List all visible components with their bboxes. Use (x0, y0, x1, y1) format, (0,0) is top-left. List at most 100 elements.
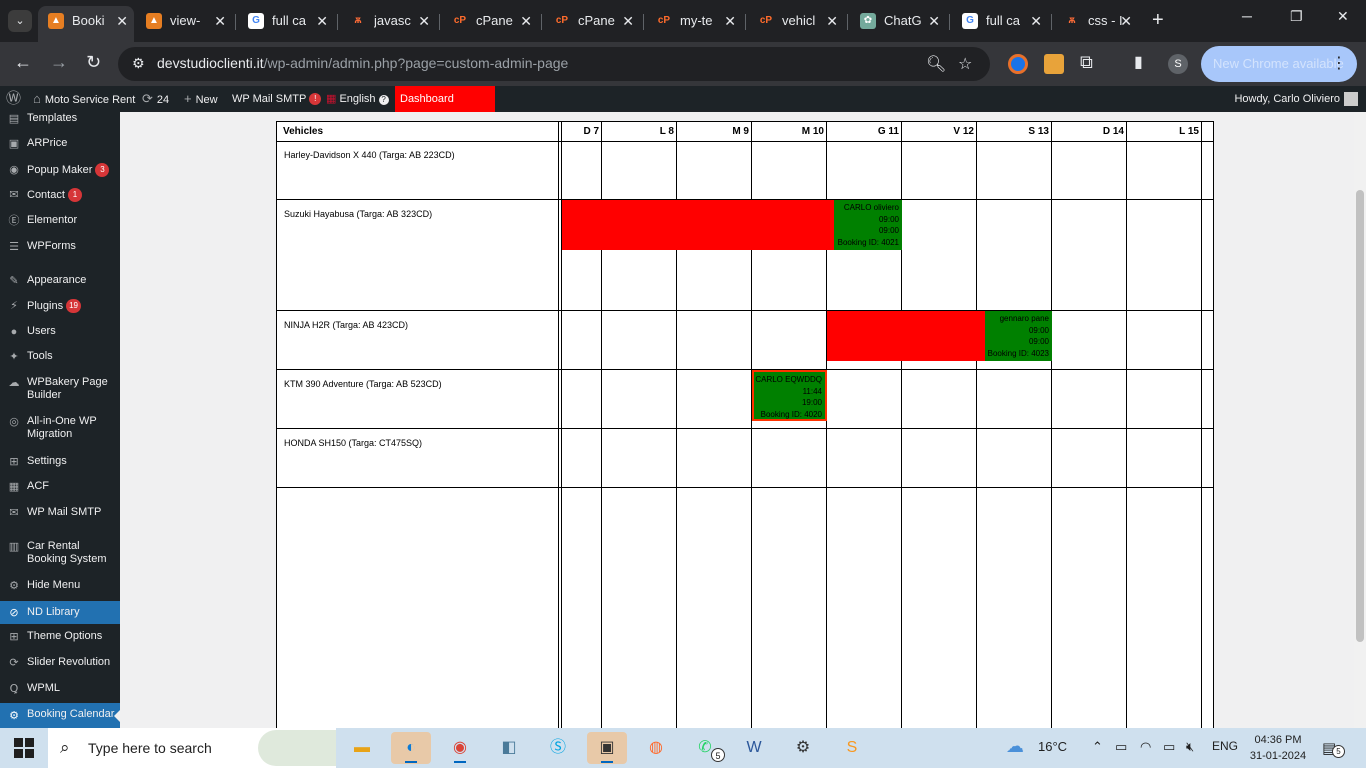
whatsapp-icon[interactable]: ✆ 5 (685, 732, 725, 764)
sidebar-item-contact[interactable]: ✉ Contact 1 (0, 188, 120, 202)
sidebar-item-all-in-one-migration[interactable]: ◎ All-in-One WP Migration (0, 415, 120, 443)
wp-mail-smtp-link[interactable]: WP Mail SMTP ! (232, 86, 322, 112)
close-tab-icon[interactable]: ✕ (928, 6, 940, 36)
browser-tab[interactable]: ѫ css - I ✕ (1054, 6, 1138, 36)
close-tab-icon[interactable]: ✕ (520, 6, 532, 36)
settings-gear-icon[interactable]: ⚙ (783, 732, 823, 764)
sidebar-item-settings[interactable]: ⊞ Settings (0, 455, 120, 469)
browser-tab[interactable]: G full ca ✕ (238, 6, 338, 36)
close-tab-icon[interactable]: ✕ (1030, 6, 1042, 36)
display-icon[interactable]: ▭ (1115, 739, 1127, 755)
browser-tab[interactable]: cP cPane ✕ (442, 6, 542, 36)
sidebar-item-theme-options[interactable]: ⊞ Theme Options (0, 630, 120, 644)
battery-icon[interactable]: ▭ (1163, 739, 1175, 755)
language-switcher[interactable]: ▦ English ? (326, 86, 389, 112)
forward-arrow-icon[interactable]: → (50, 52, 68, 73)
chrome-icon[interactable]: ◉ (440, 732, 480, 764)
account-menu[interactable]: Howdy, Carlo Oliviero (1234, 86, 1358, 112)
browser-tab[interactable]: cP vehicl ✕ (748, 6, 848, 36)
close-tab-icon[interactable]: ✕ (116, 6, 128, 36)
skype-icon[interactable]: Ⓢ (538, 732, 578, 764)
scrollbar-thumb[interactable] (1356, 190, 1364, 642)
sidebar-item-tools[interactable]: ✦ Tools (0, 350, 120, 364)
reload-icon[interactable]: ↻ (86, 52, 101, 73)
close-tab-icon[interactable]: ✕ (418, 6, 430, 36)
site-name-link[interactable]: ⌂ Moto Service Rent (33, 86, 135, 112)
close-tab-icon[interactable]: ✕ (724, 6, 736, 36)
wordpress-icon[interactable]: Ⓦ (6, 86, 21, 112)
chrome-update-button[interactable]: New Chrome available ⋮ (1201, 46, 1357, 82)
bookmark-star-icon[interactable]: ☆ (958, 54, 972, 74)
sidebar-item-popup-maker[interactable]: ◉ Popup Maker 3 (0, 163, 120, 177)
close-tab-icon[interactable]: ✕ (214, 6, 226, 36)
browser-tab[interactable]: cP my-te ✕ (646, 6, 746, 36)
sidebar-item-acf[interactable]: ▦ ACF (0, 480, 120, 494)
booking-block[interactable]: CARLO EQWDDQ 11:44 19:00 Booking ID: 402… (752, 370, 827, 421)
sidebar-item-wpml[interactable]: Ꝗ WPML (0, 682, 120, 696)
more-menu-icon[interactable]: ⋮ (1331, 46, 1347, 82)
sidebar-item-nd-library[interactable]: ⊘ ND Library (0, 601, 120, 624)
postman-icon[interactable]: ◍ (636, 732, 676, 764)
edge-icon[interactable]: ◐ (391, 732, 431, 764)
sidebar-item-plugins[interactable]: ⚡ Plugins 19 (0, 299, 120, 313)
side-panel-icon[interactable]: ▮ (1134, 52, 1143, 72)
new-content-link[interactable]: + New (184, 86, 218, 112)
close-tab-icon[interactable]: ✕ (1120, 6, 1132, 36)
sublime-text-icon[interactable]: S (832, 732, 872, 764)
weather-icon[interactable]: ☁ (1006, 736, 1024, 757)
url-text[interactable]: devstudioclienti.it/wp-admin/admin.php?p… (157, 55, 568, 71)
back-arrow-icon[interactable]: ← (14, 52, 32, 73)
word-icon[interactable]: W (734, 732, 774, 764)
dashboard-noleggio-link[interactable]: Dashboard Noleggio (395, 86, 495, 131)
browser-tab[interactable]: ѫ javasc ✕ (340, 6, 440, 36)
updates-link[interactable]: ⟳ 24 (142, 86, 169, 112)
windows-start-icon[interactable] (14, 738, 34, 758)
booking-block[interactable]: gennaro pane 09:00 09:00 Booking ID: 402… (985, 311, 1052, 361)
sidebar-item-appearance[interactable]: ✎ Appearance (0, 274, 120, 288)
close-window-icon[interactable]: ✕ (1337, 8, 1349, 25)
zoom-icon[interactable]: 🔍︎ (926, 54, 946, 74)
extension-icon[interactable] (1044, 54, 1064, 74)
browser-tab[interactable]: ✿ ChatG ✕ (850, 6, 950, 36)
input-language[interactable]: ENG (1212, 739, 1238, 753)
site-info-icon[interactable]: ⚙ (132, 55, 145, 72)
volume-muted-icon[interactable]: 🔇︎ (1186, 739, 1194, 755)
chevron-up-icon[interactable]: ⌃ (1092, 739, 1103, 755)
restore-icon[interactable]: ❐ (1290, 8, 1303, 25)
sidebar-item-wpbakery[interactable]: ☁ WPBakery Page Builder (0, 376, 120, 404)
address-bar[interactable]: ⚙ devstudioclienti.it/wp-admin/admin.php… (118, 47, 990, 81)
weather-temperature[interactable]: 16°C (1038, 739, 1067, 754)
browser-tab[interactable]: ▲ view- ✕ (136, 6, 236, 36)
tab-search-button[interactable]: ⌄ (8, 10, 32, 32)
clock[interactable]: 04:36 PM 31-01-2024 (1248, 732, 1308, 764)
booking-block[interactable] (562, 200, 834, 250)
profile-avatar[interactable]: S (1168, 54, 1188, 74)
app-icon[interactable]: ◧ (489, 732, 529, 764)
sidebar-item-slider-revolution[interactable]: ⟳ Slider Revolution (0, 656, 120, 670)
booking-block[interactable] (827, 311, 985, 361)
sidebar-item-templates[interactable]: ▤ Templates (0, 112, 120, 126)
close-tab-icon[interactable]: ✕ (316, 6, 328, 36)
close-tab-icon[interactable]: ✕ (622, 6, 634, 36)
sidebar-item-elementor[interactable]: Ⓔ Elementor (0, 214, 120, 228)
booking-block[interactable]: CARLO oliviero 09:00 09:00 Booking ID: 4… (834, 200, 902, 250)
sidebar-item-arprice[interactable]: ▣ ARPrice (0, 137, 120, 151)
puzzle-icon[interactable]: ⧉ (1080, 52, 1093, 73)
app-icon[interactable]: ▣ (587, 732, 627, 764)
wifi-icon[interactable]: ◠ (1140, 739, 1151, 755)
file-explorer-icon[interactable]: ▬ (342, 732, 382, 764)
browser-tab[interactable]: cP cPane ✕ (544, 6, 644, 36)
sidebar-item-car-rental[interactable]: ▥ Car Rental Booking System (0, 540, 120, 568)
new-tab-button[interactable]: + (1152, 9, 1164, 32)
sidebar-item-booking-calendar[interactable]: ⚙ Booking Calendar (0, 703, 120, 728)
minimize-icon[interactable]: ─ (1242, 8, 1252, 24)
taskbar-search[interactable]: ⌕ Type here to search (48, 728, 336, 768)
notifications-icon[interactable]: ▤ 5 (1322, 739, 1345, 758)
sidebar-item-wp-mail-smtp[interactable]: ✉ WP Mail SMTP (0, 506, 120, 520)
extension-icon[interactable] (1008, 54, 1028, 74)
sidebar-item-users[interactable]: ● Users (0, 325, 120, 339)
close-tab-icon[interactable]: ✕ (826, 6, 838, 36)
page-scrollbar[interactable] (1354, 112, 1366, 728)
browser-tab[interactable]: G full ca ✕ (952, 6, 1052, 36)
sidebar-item-wpforms[interactable]: ☰ WPForms (0, 240, 120, 254)
